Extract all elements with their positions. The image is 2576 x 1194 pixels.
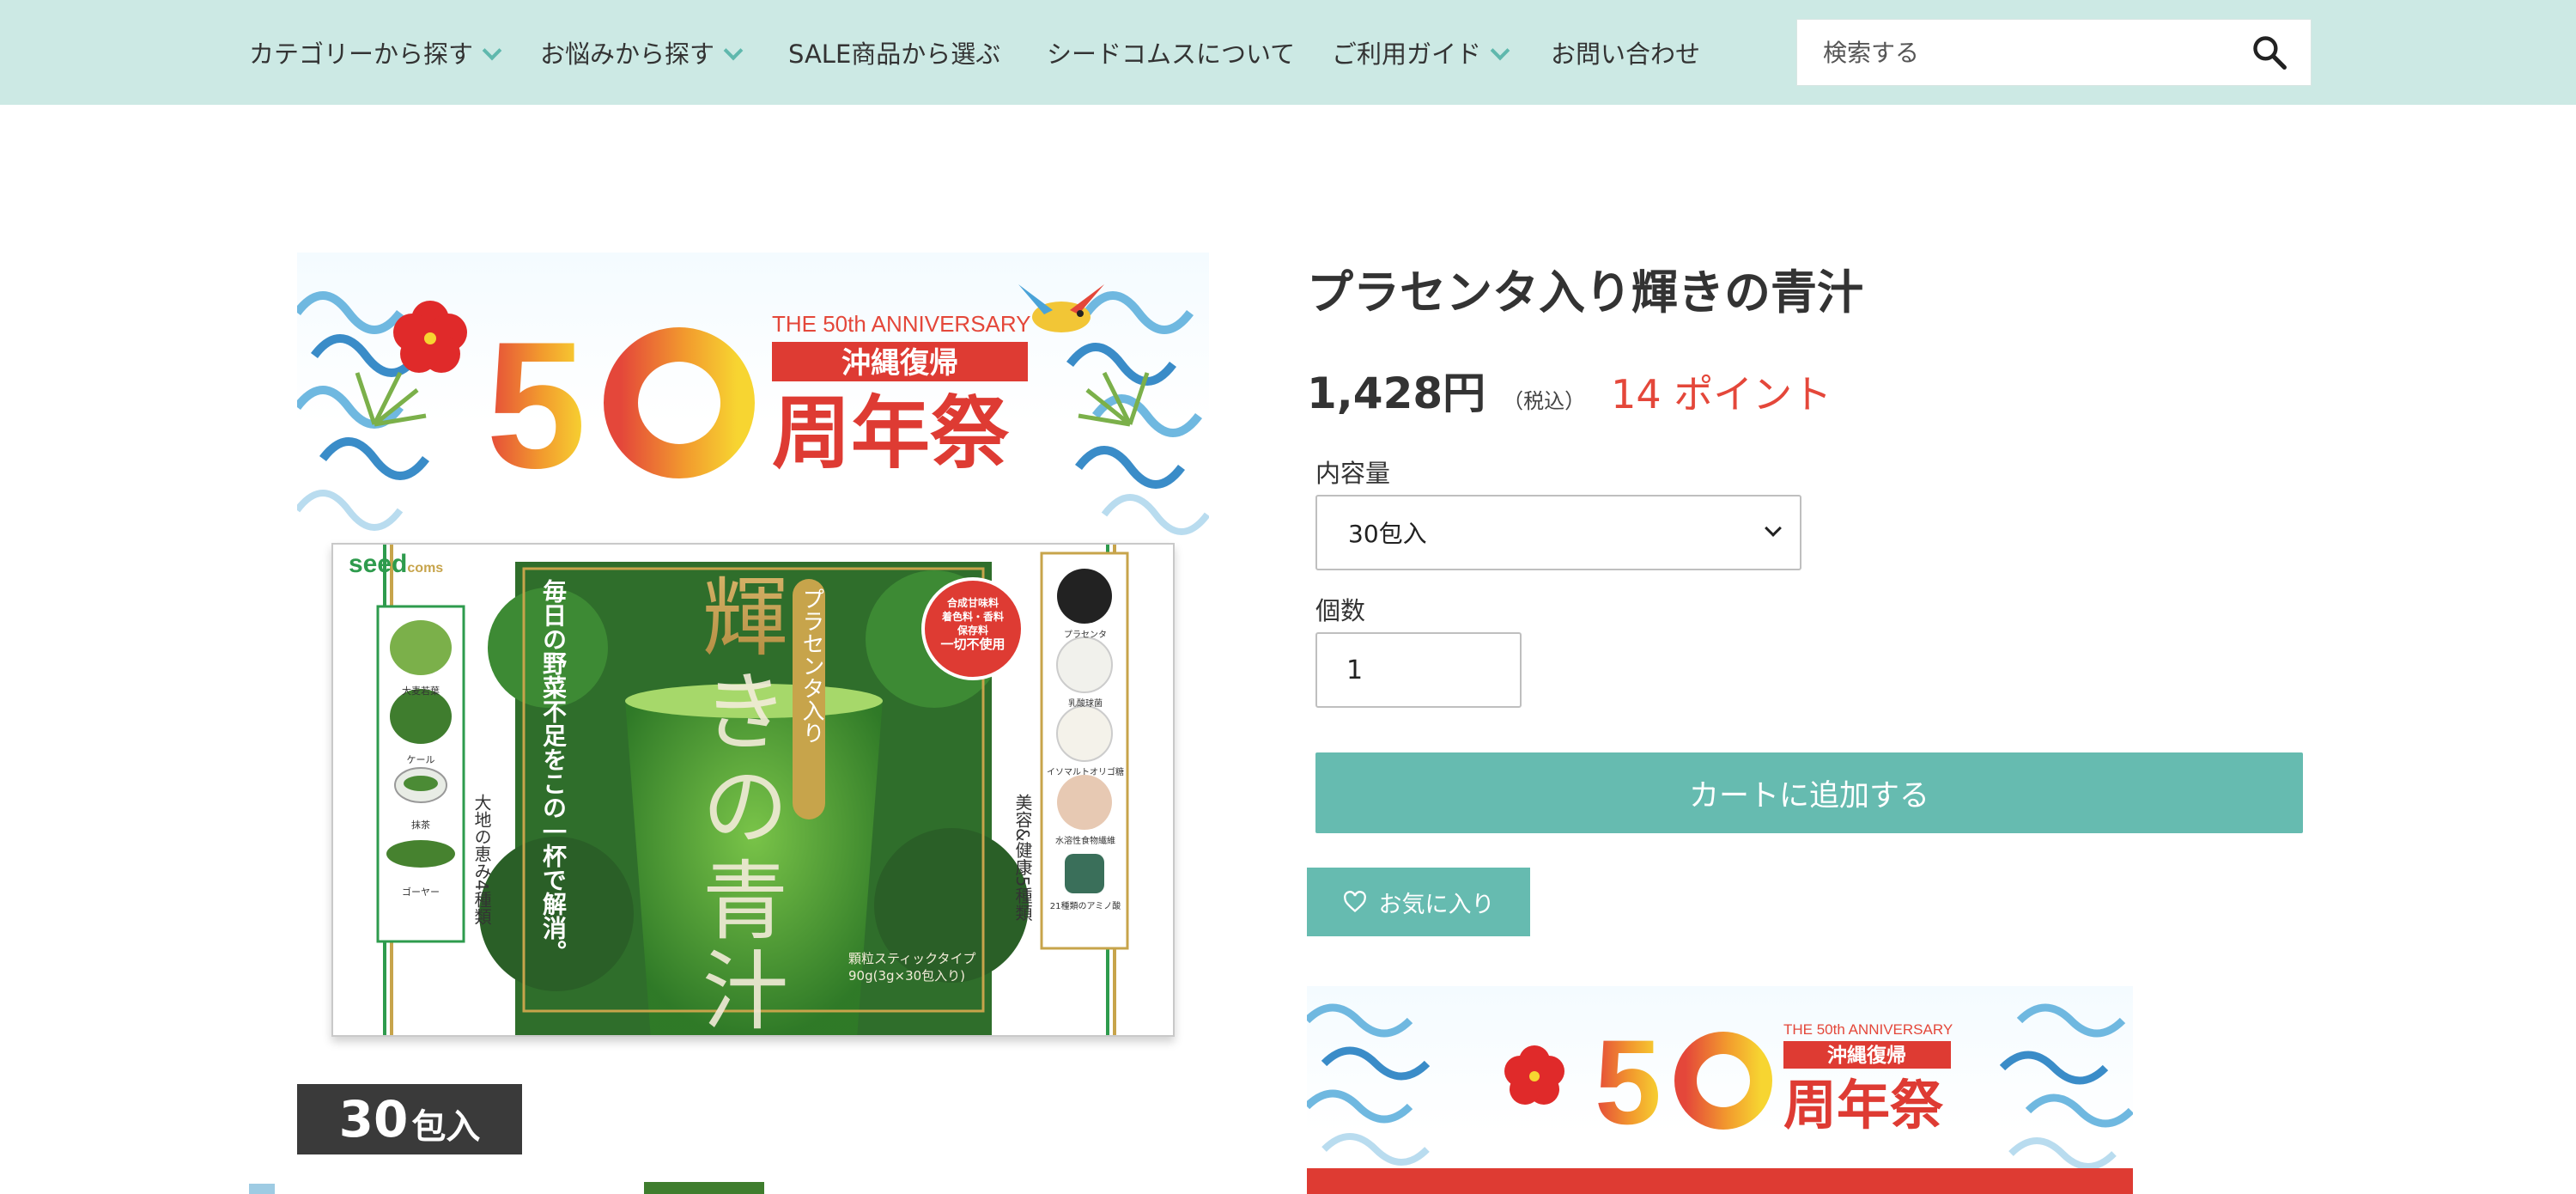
nav-item-category[interactable]: カテゴリーから探す [249, 0, 502, 105]
favorite-button[interactable]: お気に入り [1307, 868, 1530, 936]
tax-note: （税込） [1503, 389, 1586, 413]
price-row: 1,428円 （税込） 14 ポイント [1307, 359, 1832, 421]
left-caption: 大地の恵み4種類 [471, 794, 492, 925]
thumbnail-strip [249, 1179, 1228, 1194]
add-to-cart-button[interactable]: カートに追加する [1315, 752, 2303, 833]
favorite-label: お気に入り [1378, 891, 1495, 918]
svg-text:THE 50th ANNIVERSARY: THE 50th ANNIVERSARY [772, 311, 1031, 337]
svg-text:き: き [702, 662, 788, 763]
quantity-tag: 30 包入 [297, 1084, 522, 1154]
chevron-down-icon [482, 40, 502, 61]
fifty-number: 5 [486, 304, 586, 506]
heart-icon [1343, 891, 1366, 913]
search-input[interactable] [1797, 20, 2244, 85]
svg-text:汁: 汁 [702, 941, 788, 1037]
product-package: 輝 き の 青 汁 seedcoms 毎日の野菜不足をこの一杯で解消。 プラセン… [331, 543, 1175, 1037]
nav-item-label: お問い合わせ [1551, 40, 1701, 69]
spec-text: 顆粒スティックタイプ 90g(3g×30包入り) [848, 951, 976, 984]
additive-free-seal: 合成甘味料 着色料・香料 保存料 一切不使用 [940, 597, 1005, 652]
vertical-badge: プラセンタ入り [799, 588, 824, 744]
ingredient-label: プラセンタ [1064, 631, 1107, 640]
ingredient-label: イソマルトオリゴ糖 [1047, 768, 1124, 777]
banner-red-bar [1307, 1168, 2133, 1194]
qty-label: 個数 [1315, 596, 1366, 625]
chevron-down-icon [1765, 520, 1782, 537]
product-image[interactable]: 5 THE 50th ANNIVERSARY 沖縄復帰 周年祭 輝 き の 青 … [297, 253, 1209, 1043]
brand-logo: seedcoms [349, 550, 444, 578]
price: 1,428円 [1307, 369, 1486, 418]
anniversary-banner: 5 THE 50th ANNIVERSARY 沖縄復帰 周年祭 [297, 253, 1209, 536]
wave-decoration: 5 THE 50th ANNIVERSARY 沖縄復帰 周年祭 [297, 284, 1209, 535]
volume-select[interactable]: 30包入 [1315, 495, 1801, 570]
svg-text:THE 50th ANNIVERSARY: THE 50th ANNIVERSARY [1783, 1021, 1953, 1038]
ingredient-label: 抹茶 [411, 819, 430, 831]
svg-text:5: 5 [1595, 1014, 1662, 1149]
anniversary-banner-small: 5 THE 50th ANNIVERSARY 沖縄復帰 周年祭 [1307, 986, 2133, 1194]
nav-item-about[interactable]: シードコムスについて [1047, 0, 1295, 105]
ingredient-label: 21種類のアミノ酸 [1049, 902, 1121, 911]
svg-text:沖縄復帰: 沖縄復帰 [1827, 1044, 1906, 1067]
svg-text:周年祭: 周年祭 [772, 387, 1010, 479]
nav-item-label: SALE商品から選ぶ [788, 40, 1001, 69]
hibiscus-icon [393, 301, 467, 373]
chevron-down-icon [723, 40, 744, 61]
nav-item-contact[interactable]: お問い合わせ [1551, 0, 1700, 105]
svg-text:周年祭: 周年祭 [1783, 1074, 1944, 1136]
svg-text:青: 青 [702, 851, 788, 952]
svg-text:輝: 輝 [702, 568, 788, 668]
chevron-down-icon [1490, 40, 1510, 61]
nav-item-label: お悩みから探す [540, 40, 715, 69]
search-box [1796, 19, 2312, 86]
nav-item-guide[interactable]: ご利用ガイド [1332, 0, 1510, 105]
global-nav: カテゴリーから探す お悩みから探す SALE商品から選ぶ シードコムスについて … [0, 0, 2576, 105]
nav-item-concern[interactable]: お悩みから探す [540, 0, 744, 105]
ingredient-label: 大麦若葉 [402, 685, 440, 697]
tagline: 毎日の野菜不足をこの一杯で解消。 [539, 579, 568, 964]
nav-item-label: シードコムスについて [1047, 40, 1296, 69]
volume-label: 内容量 [1315, 459, 1391, 488]
reward-points: 14 ポイント [1611, 371, 1832, 417]
ingredient-label: 乳酸球菌 [1068, 699, 1103, 709]
svg-text:沖縄復帰: 沖縄復帰 [841, 346, 958, 381]
product-title: プラセンタ入り輝きの青汁 [1307, 265, 1863, 320]
search-icon[interactable] [2251, 34, 2288, 71]
volume-selected-value: 30包入 [1348, 520, 1427, 548]
ingredient-label: 水溶性食物繊維 [1055, 837, 1115, 846]
ingredient-label: ケール [406, 754, 435, 765]
add-to-cart-label: カートに追加する [1688, 778, 1929, 813]
nav-item-label: ご利用ガイド [1332, 40, 1482, 69]
nav-item-sale[interactable]: SALE商品から選ぶ [788, 0, 1000, 105]
nav-item-label: カテゴリーから探す [249, 40, 474, 69]
ingredient-label: ゴーヤー [402, 886, 440, 898]
right-caption: 美容&健康5種類 [1012, 794, 1033, 922]
quantity-input[interactable] [1315, 632, 1522, 708]
svg-text:の: の [702, 757, 788, 857]
